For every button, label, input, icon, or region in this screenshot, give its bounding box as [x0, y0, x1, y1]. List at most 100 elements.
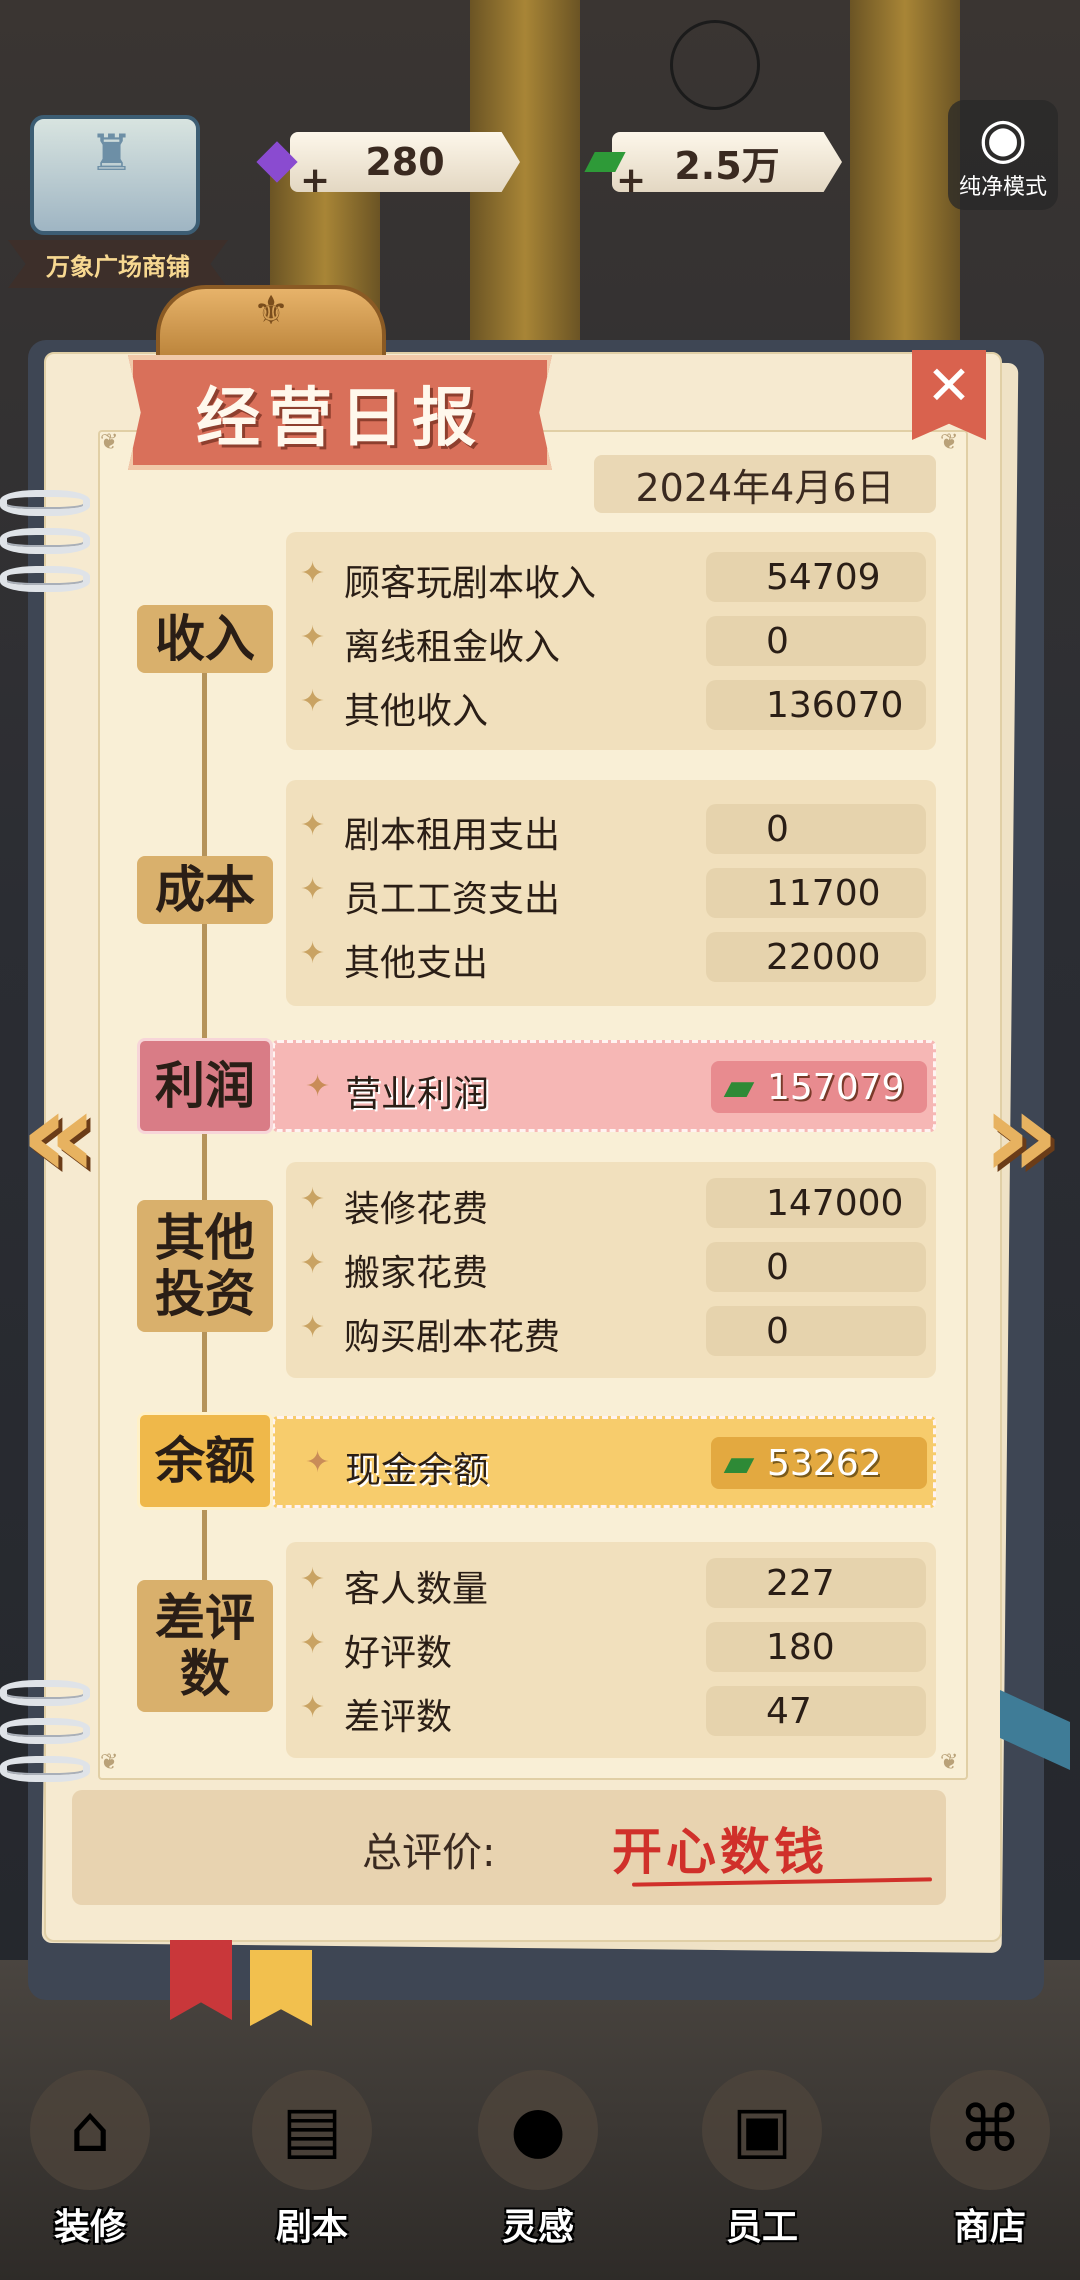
section-tag-cost: 成本	[137, 856, 273, 924]
binder-rings-top	[0, 490, 90, 604]
pure-mode-button[interactable]: ◉ 纯净模式	[948, 100, 1058, 210]
table-row: ✦ 好评数 180	[286, 1618, 936, 1674]
section-tag-line: 数	[180, 1645, 230, 1703]
elephant-icon: ♜	[89, 124, 134, 182]
shop-name-ribbon: 万象广场商铺	[8, 240, 228, 288]
cash-stack-icon: ▰	[723, 1064, 755, 1110]
eye-icon: ◉	[978, 106, 1028, 171]
nav-label: 员工	[725, 2207, 798, 2248]
row-label: 剧本租用支出	[344, 815, 561, 856]
row-label: 顾客玩剧本收入	[344, 563, 597, 604]
row-label: 其他支出	[344, 943, 489, 984]
pure-mode-label: 纯净模式	[958, 175, 1047, 200]
star-bullet-icon: ✦	[300, 684, 326, 719]
table-row: ✦ 顾客玩剧本收入 54709	[286, 548, 936, 604]
star-bullet-icon: ✦	[305, 1445, 331, 1480]
corner-ornament-icon: ❦	[940, 430, 959, 455]
balance-label: 现金余额	[345, 1450, 490, 1491]
wall-clock-icon	[670, 20, 760, 110]
section-tag-line: 投资	[155, 1265, 255, 1323]
nav-label: 装修	[53, 2207, 126, 2248]
pillar-decoration	[850, 0, 960, 380]
star-bullet-icon: ✦	[300, 556, 326, 591]
close-icon: ✕	[926, 354, 972, 417]
row-label: 差评数	[344, 1697, 453, 1738]
overall-rating-box: 总评价: 开心数钱	[72, 1790, 946, 1905]
table-row: ✦ 其他收入 136070	[286, 676, 936, 732]
report-title: 经营日报	[196, 381, 484, 456]
report-title-banner: 经营日报	[128, 355, 552, 470]
row-value: 147000	[706, 1178, 926, 1228]
investment-group: ✦ 装修花费 147000 ✦ 搬家花费 0 ✦ 购买剧本花费 0	[286, 1162, 936, 1378]
bottom-navigation: ⌂ 装修 ▤ 剧本 ● 灵感 ▣ 员工 ⌘ 商店	[0, 2050, 1080, 2280]
nav-shop[interactable]: ⌘ 商店	[900, 2050, 1080, 2280]
binder-ring-icon	[0, 490, 90, 516]
row-label: 搬家花费	[344, 1253, 489, 1294]
nav-label: 灵感	[501, 2207, 574, 2248]
previous-day-arrow-icon[interactable]: «	[4, 1066, 114, 1205]
add-gems-icon[interactable]: +	[300, 160, 330, 201]
row-value: 136070	[706, 680, 926, 730]
nav-decorate[interactable]: ⌂ 装修	[0, 2050, 180, 2280]
row-value: 54709	[706, 552, 926, 602]
row-label: 装修花费	[344, 1189, 489, 1230]
row-value: 180	[706, 1622, 926, 1672]
row-label: 客人数量	[344, 1569, 489, 1610]
corner-ornament-icon: ❦	[100, 430, 119, 455]
row-label: 购买剧本花费	[344, 1317, 561, 1358]
section-tag-income: 收入	[137, 605, 273, 673]
binder-rings-bottom	[0, 1680, 90, 1794]
row-label: 离线租金收入	[344, 627, 561, 668]
star-bullet-icon: ✦	[300, 1246, 326, 1281]
section-tag-reviews: 差评 数	[137, 1580, 273, 1712]
table-row: ✦ 离线租金收入 0	[286, 612, 936, 668]
section-tag-line: 差评	[155, 1589, 255, 1647]
star-bullet-icon: ✦	[300, 1310, 326, 1345]
corner-ornament-icon: ❦	[940, 1750, 959, 1775]
nav-label: 剧本	[275, 2207, 348, 2248]
table-row: ✦ 剧本租用支出 0	[286, 800, 936, 856]
row-value: 11700	[706, 868, 926, 918]
profit-value: 157079	[767, 1066, 905, 1108]
star-bullet-icon: ✦	[300, 872, 326, 907]
table-row: ✦ 客人数量 227	[286, 1554, 936, 1610]
next-day-arrow-icon[interactable]: »	[966, 1066, 1076, 1205]
cash-stack-icon: ▰	[723, 1440, 755, 1486]
row-value: 0	[706, 1242, 926, 1292]
balance-value: 53262	[767, 1442, 882, 1484]
binder-ring-icon	[0, 1680, 90, 1706]
star-bullet-icon: ✦	[300, 1562, 326, 1597]
row-value: 22000	[706, 932, 926, 982]
shop-badge[interactable]: ♜	[30, 115, 200, 235]
id-card-icon: ▣	[702, 2070, 822, 2190]
binder-ring-icon	[0, 1718, 90, 1744]
table-row: ✦ 员工工资支出 11700	[286, 864, 936, 920]
star-bullet-icon: ✦	[300, 808, 326, 843]
row-value: 0	[706, 616, 926, 666]
star-bullet-icon: ✦	[300, 1182, 326, 1217]
row-label: 好评数	[344, 1633, 453, 1674]
nav-staff[interactable]: ▣ 员工	[672, 2050, 852, 2280]
cash-counter[interactable]: 2.5万	[612, 132, 842, 192]
house-icon: ⌂	[30, 2070, 150, 2190]
star-bullet-icon: ✦	[300, 936, 326, 971]
star-bullet-icon: ✦	[300, 1690, 326, 1725]
binder-ring-icon	[0, 528, 90, 554]
income-group: ✦ 顾客玩剧本收入 54709 ✦ 离线租金收入 0 ✦ 其他收入 136070	[286, 532, 936, 750]
row-value: 0	[706, 804, 926, 854]
section-tag-balance: 余额	[137, 1412, 273, 1510]
cost-group: ✦ 剧本租用支出 0 ✦ 员工工资支出 11700 ✦ 其他支出 22000	[286, 780, 936, 1006]
binder-ring-icon	[0, 566, 90, 592]
row-label: 员工工资支出	[344, 879, 561, 920]
nav-label: 商店	[953, 2207, 1026, 2248]
row-label: 其他收入	[344, 691, 489, 732]
nav-inspiration[interactable]: ● 灵感	[448, 2050, 628, 2280]
row-value: 227	[706, 1558, 926, 1608]
add-cash-icon[interactable]: +	[616, 160, 646, 201]
nav-scripts[interactable]: ▤ 剧本	[222, 2050, 402, 2280]
table-row: ✦ 购买剧本花费 0	[286, 1302, 936, 1358]
star-bullet-icon: ✦	[305, 1069, 331, 1104]
report-date: 2024年4月6日	[594, 455, 936, 513]
table-row: ✦ 差评数 47	[286, 1682, 936, 1738]
table-row: ✦ 搬家花费 0	[286, 1238, 936, 1294]
